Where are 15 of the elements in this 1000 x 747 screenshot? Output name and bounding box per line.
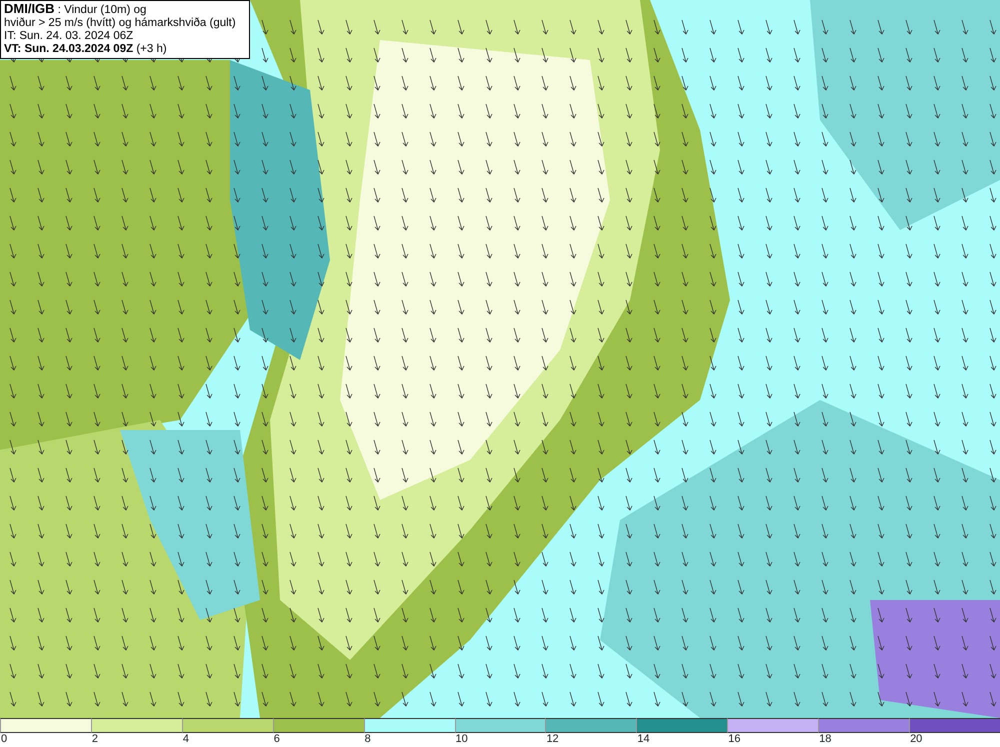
legend-tick-label: 8	[364, 733, 371, 746]
legend-tick-label: 12	[545, 733, 559, 746]
legend-tick-label: 2	[90, 733, 98, 746]
legend-tick-label: 10	[454, 733, 468, 746]
legend-tick-label: 18	[818, 733, 832, 746]
title-text: VT: Sun. 24.03.2024 09Z (+3 h)	[4, 43, 167, 56]
title-text: DMI/IGB : Vindur (10m) og	[4, 2, 146, 17]
legend-tick-label: 14	[636, 733, 650, 746]
title-text: IT: Sun. 24. 03. 2024 06Z	[4, 30, 134, 43]
title-text: hviður > 25 m/s (hvítt) og hámarkshviða (gult)	[4, 17, 236, 30]
legend-tick-label: 6	[272, 733, 280, 746]
legend-tick-label: 20	[909, 733, 922, 746]
legend-tick-label: 0	[0, 733, 8, 746]
legend-tick-label: 4	[182, 733, 189, 746]
legend-tick-label: 16	[727, 733, 740, 746]
